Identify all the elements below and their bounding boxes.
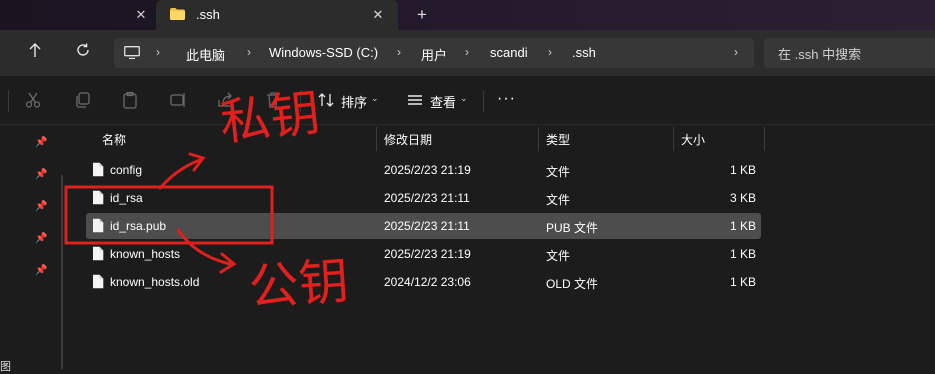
file-size: 1 KB xyxy=(729,219,756,233)
file-size: 1 KB xyxy=(729,275,756,289)
search-box xyxy=(764,38,935,70)
file-modified: 2025/2/23 21:19 xyxy=(384,163,471,177)
column-divider[interactable] xyxy=(538,127,539,151)
sort-icon[interactable] xyxy=(314,89,338,111)
pin-icon[interactable]: 📌 xyxy=(35,265,47,277)
table-row[interactable]: known_hosts 2025/2/23 21:19 文件 1 KB xyxy=(86,241,761,267)
breadcrumb-user[interactable]: scandi xyxy=(490,45,528,60)
new-tab-button[interactable]: + xyxy=(412,5,432,25)
computer-icon xyxy=(124,46,140,59)
file-modified: 2024/12/2 23:06 xyxy=(384,275,471,289)
sort-button[interactable]: 排序 xyxy=(341,92,367,111)
pin-icon[interactable]: 📌 xyxy=(35,169,47,181)
breadcrumb-users[interactable]: 用户 xyxy=(421,45,447,64)
file-name: known_hosts.old xyxy=(110,275,200,289)
file-name: id_rsa.pub xyxy=(110,219,167,233)
column-header-type[interactable]: 类型 xyxy=(540,125,672,151)
tab-strip: ✕ .ssh ✕ + xyxy=(0,0,935,30)
table-row[interactable]: id_rsa 2025/2/23 21:11 文件 3 KB xyxy=(86,185,761,211)
view-icon[interactable] xyxy=(403,89,427,111)
toolbar-divider xyxy=(300,90,301,112)
file-name: known_hosts xyxy=(110,247,181,261)
folder-icon xyxy=(170,8,185,20)
up-arrow-icon[interactable] xyxy=(24,42,46,64)
nav-item-partial[interactable]: 图 xyxy=(0,358,11,374)
address-dropdown-icon[interactable]: › xyxy=(734,45,738,59)
share-icon[interactable] xyxy=(213,89,237,111)
file-icon xyxy=(93,218,104,233)
file-size: 1 KB xyxy=(729,163,756,177)
file-size: 1 KB xyxy=(729,247,756,261)
cut-icon[interactable] xyxy=(21,89,45,111)
file-type: 文件 xyxy=(546,249,571,263)
file-icon xyxy=(93,246,104,261)
chevron-down-icon[interactable]: ⌄ xyxy=(460,93,468,104)
copy-icon[interactable] xyxy=(71,89,95,111)
tab-title: .ssh xyxy=(196,7,220,22)
delete-icon[interactable] xyxy=(261,89,285,111)
breadcrumb-separator: › xyxy=(156,45,160,59)
address-bar[interactable]: › 此电脑 › Windows-SSD (C:) › 用户 › scandi ›… xyxy=(114,38,754,68)
paste-icon[interactable] xyxy=(118,89,142,111)
file-type: OLD 文件 xyxy=(546,277,599,291)
tab-ssh[interactable]: .ssh ✕ xyxy=(156,0,398,30)
previous-tab-close-icon[interactable]: ✕ xyxy=(132,6,150,24)
toolbar-divider xyxy=(483,90,484,112)
refresh-icon[interactable] xyxy=(72,42,94,64)
breadcrumb-separator: › xyxy=(247,45,251,59)
file-icon xyxy=(93,162,104,177)
file-type: PUB 文件 xyxy=(546,221,599,235)
file-type: 文件 xyxy=(546,165,571,179)
breadcrumb-separator: › xyxy=(548,45,552,59)
chevron-down-icon[interactable]: ⌄ xyxy=(371,93,379,104)
file-size: 3 KB xyxy=(729,191,756,205)
command-bar: 排序 ⌄ 查看 ⌄ ··· xyxy=(0,76,935,125)
breadcrumb-drive[interactable]: Windows-SSD (C:) xyxy=(269,45,378,60)
file-modified: 2025/2/23 21:11 xyxy=(384,219,470,233)
file-icon xyxy=(93,190,104,205)
column-header-name[interactable]: 名称 xyxy=(96,125,376,151)
tab-close-icon[interactable]: ✕ xyxy=(369,6,387,24)
file-modified: 2025/2/23 21:19 xyxy=(384,247,471,261)
column-header-size[interactable]: 大小 xyxy=(675,125,763,151)
file-modified: 2025/2/23 21:11 xyxy=(384,191,470,205)
more-options-icon[interactable]: ··· xyxy=(497,90,516,108)
table-row[interactable]: known_hosts.old 2024/12/2 23:06 OLD 文件 1… xyxy=(86,269,761,295)
breadcrumb-ssh[interactable]: .ssh xyxy=(572,45,596,60)
pin-icon[interactable]: 📌 xyxy=(35,137,47,149)
navigation-pane-divider[interactable] xyxy=(61,175,63,369)
breadcrumb-separator: › xyxy=(465,45,469,59)
column-divider[interactable] xyxy=(376,127,377,151)
table-row[interactable]: config 2025/2/23 21:19 文件 1 KB xyxy=(86,157,761,183)
breadcrumb-this-pc[interactable]: 此电脑 xyxy=(186,45,225,64)
toolbar-divider xyxy=(8,90,9,112)
column-divider[interactable] xyxy=(764,127,765,151)
rename-icon[interactable] xyxy=(166,89,190,111)
file-name: id_rsa xyxy=(110,191,143,205)
column-header-modified[interactable]: 修改日期 xyxy=(378,125,538,151)
column-divider[interactable] xyxy=(673,127,674,151)
file-type: 文件 xyxy=(546,193,571,207)
search-input[interactable] xyxy=(764,38,935,70)
breadcrumb-separator: › xyxy=(397,45,401,59)
file-icon xyxy=(93,274,104,289)
address-row: › 此电脑 › Windows-SSD (C:) › 用户 › scandi ›… xyxy=(0,30,935,76)
pin-icon[interactable]: 📌 xyxy=(35,233,47,245)
pin-icon[interactable]: 📌 xyxy=(35,201,47,213)
file-name: config xyxy=(110,163,143,177)
table-row-selected[interactable]: id_rsa.pub 2025/2/23 21:11 PUB 文件 1 KB xyxy=(86,213,761,239)
view-button[interactable]: 查看 xyxy=(430,92,456,111)
